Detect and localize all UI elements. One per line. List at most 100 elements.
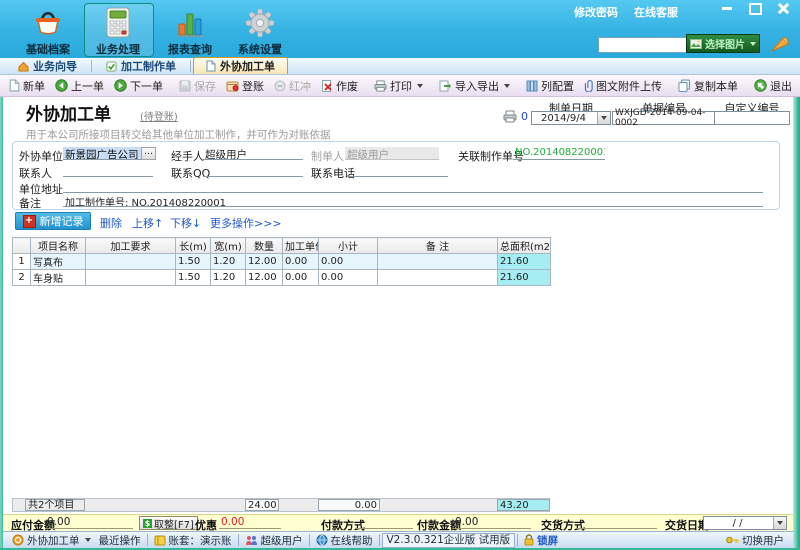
chevron-down-icon <box>417 84 423 88</box>
move-down-link[interactable]: 下移↓ <box>170 215 201 231</box>
online-help-label: 在线帮助 <box>331 533 373 548</box>
subtotal-cell[interactable]: 0.00 <box>319 254 378 270</box>
close-button[interactable] <box>776 3 790 14</box>
qq-field[interactable] <box>203 164 303 177</box>
contact-label: 联系人 <box>19 165 52 181</box>
custom-number-input[interactable] <box>714 111 790 125</box>
status-bar: 外协加工单 最近操作 账套：演示账 超级用户 在线帮助 V2.3.0.321企业… <box>3 531 793 548</box>
delivery-date-combo[interactable]: / / <box>703 516 787 530</box>
tab-separator <box>190 60 191 72</box>
picture-icon <box>690 39 702 49</box>
name-cell[interactable]: 车身贴 <box>31 270 86 286</box>
table-row: 1 写真布 1.50 1.20 12.00 0.00 0.00 21.60 <box>13 254 551 270</box>
round-button[interactable]: $ 取整[F7] <box>139 516 198 530</box>
copy-doc-button[interactable]: 复制本单 <box>673 76 743 96</box>
ribbon-item-basic-archive[interactable]: 基础档案 <box>16 7 80 57</box>
chevron-down-icon <box>777 521 783 525</box>
discount-field[interactable]: 0.00 <box>219 516 281 529</box>
column-config-button[interactable]: 列配置 <box>521 76 579 96</box>
globe-icon <box>316 534 328 546</box>
register-button[interactable]: 登账 <box>221 76 269 96</box>
minimize-button[interactable] <box>720 3 734 14</box>
maximize-button[interactable] <box>748 3 762 14</box>
quantity-cell[interactable]: 12.00 <box>246 270 283 286</box>
more-operations-link[interactable]: 更多操作>>> <box>210 215 282 231</box>
remark-field[interactable]: 加工制作单号: NO.201408220001 <box>63 194 763 207</box>
key-icon <box>726 535 739 545</box>
print-count-button[interactable]: 0 <box>503 110 528 123</box>
quantity-cell[interactable]: 12.00 <box>246 254 283 270</box>
recent-operations-button[interactable]: 最近操作 <box>95 533 145 548</box>
print-button[interactable]: 打印 <box>369 76 428 96</box>
void-icon <box>321 80 333 92</box>
tab-business-wizard[interactable]: 业务向导 <box>6 58 89 74</box>
order-date-combo[interactable]: 2014/9/4 <box>531 111 611 125</box>
requirement-cell[interactable] <box>86 270 176 286</box>
width-cell[interactable]: 1.20 <box>211 254 246 270</box>
pay-method-field[interactable] <box>355 516 413 529</box>
delivery-method-field[interactable] <box>577 516 657 529</box>
unit-field[interactable]: 新景园广告公司 <box>63 147 141 160</box>
exit-button[interactable]: 退出 <box>749 76 797 96</box>
pay-amount-field[interactable]: 0.00 <box>453 516 531 529</box>
total-quantity: 24.00 <box>245 499 279 511</box>
length-cell[interactable]: 1.50 <box>176 270 211 286</box>
switch-user-button[interactable]: 切换用户 <box>722 533 788 548</box>
window-edge-left <box>0 97 3 548</box>
length-cell[interactable]: 1.50 <box>176 254 211 270</box>
chevron-down-icon <box>504 84 510 88</box>
select-image-button[interactable]: 选择图片 <box>686 34 760 53</box>
ribbon-item-system-settings[interactable]: 系统设置 <box>228 7 292 57</box>
unit-picker-button[interactable]: … <box>141 147 156 160</box>
tab-bar: 业务向导 加工制作单 外协加工单 <box>0 58 800 75</box>
width-cell[interactable]: 1.20 <box>211 270 246 286</box>
lock-screen-button[interactable]: 锁屏 <box>520 533 562 548</box>
phone-field[interactable] <box>348 164 448 177</box>
change-password-link[interactable]: 修改密码 <box>574 4 618 20</box>
doc-number-value[interactable]: WXJGD-2014-09-04-0002 <box>612 111 716 125</box>
related-order-field[interactable]: NO.201408220001 <box>513 147 605 160</box>
next-doc-button[interactable]: 下一单 <box>109 76 168 96</box>
ribbon-item-report-query[interactable]: 报表查询 <box>158 7 222 57</box>
move-up-link[interactable]: 上移↑ <box>132 215 163 231</box>
unit-price-cell[interactable]: 0.00 <box>283 254 319 270</box>
prev-doc-button[interactable]: 上一单 <box>50 76 109 96</box>
calculator-icon <box>86 7 150 39</box>
account-set-item[interactable]: 账套：演示账 <box>150 533 236 548</box>
image-path-input[interactable] <box>598 37 694 53</box>
doc-type-menu[interactable]: 外协加工单 <box>8 533 95 548</box>
chevron-down-icon <box>85 538 91 542</box>
items-table: 项目名称 加工要求 长(m) 宽(m) 数量 加工单价 小计 备 注 总面积(m… <box>12 237 551 286</box>
coin-icon <box>12 534 24 546</box>
doc-type-label: 外协加工单 <box>27 533 80 548</box>
delivery-date-value: / / <box>733 518 745 529</box>
name-cell[interactable]: 写真布 <box>31 254 86 270</box>
current-user-item[interactable]: 超级用户 <box>241 533 307 548</box>
handler-field[interactable]: 超级用户 <box>203 147 303 160</box>
remark-cell[interactable] <box>378 254 498 270</box>
new-doc-button[interactable]: 新单 <box>4 76 50 96</box>
subtotal-cell[interactable]: 0.00 <box>319 270 378 286</box>
remark-cell[interactable] <box>378 270 498 286</box>
tab-outsourced-order[interactable]: 外协加工单 <box>193 57 288 74</box>
button-label: 新单 <box>23 78 45 94</box>
tab-processing-order[interactable]: 加工制作单 <box>94 58 188 74</box>
ribbon-item-business-process[interactable]: 业务处理 <box>86 7 150 57</box>
horn-icon[interactable] <box>770 33 790 53</box>
account-set-label: 账套：演示账 <box>169 533 232 548</box>
calendar-dropdown-button[interactable] <box>773 517 786 529</box>
requirement-cell[interactable] <box>86 254 176 270</box>
void-button[interactable]: 作废 <box>316 76 363 96</box>
unit-price-cell[interactable]: 0.00 <box>283 270 319 286</box>
delete-record-link[interactable]: 删除 <box>100 215 122 231</box>
add-record-button[interactable]: + 新增记录 <box>15 212 91 230</box>
contact-field[interactable] <box>63 164 153 177</box>
import-export-button[interactable]: 导入导出 <box>434 76 515 96</box>
attachment-upload-button[interactable]: 图文附件上传 <box>579 76 667 96</box>
online-service-link[interactable]: 在线客服 <box>634 4 678 20</box>
register-icon <box>226 80 239 92</box>
calendar-dropdown-button[interactable] <box>597 112 610 124</box>
address-field[interactable] <box>63 180 763 193</box>
online-help-button[interactable]: 在线帮助 <box>312 533 377 548</box>
payable-field[interactable]: 0.00 <box>45 516 133 529</box>
